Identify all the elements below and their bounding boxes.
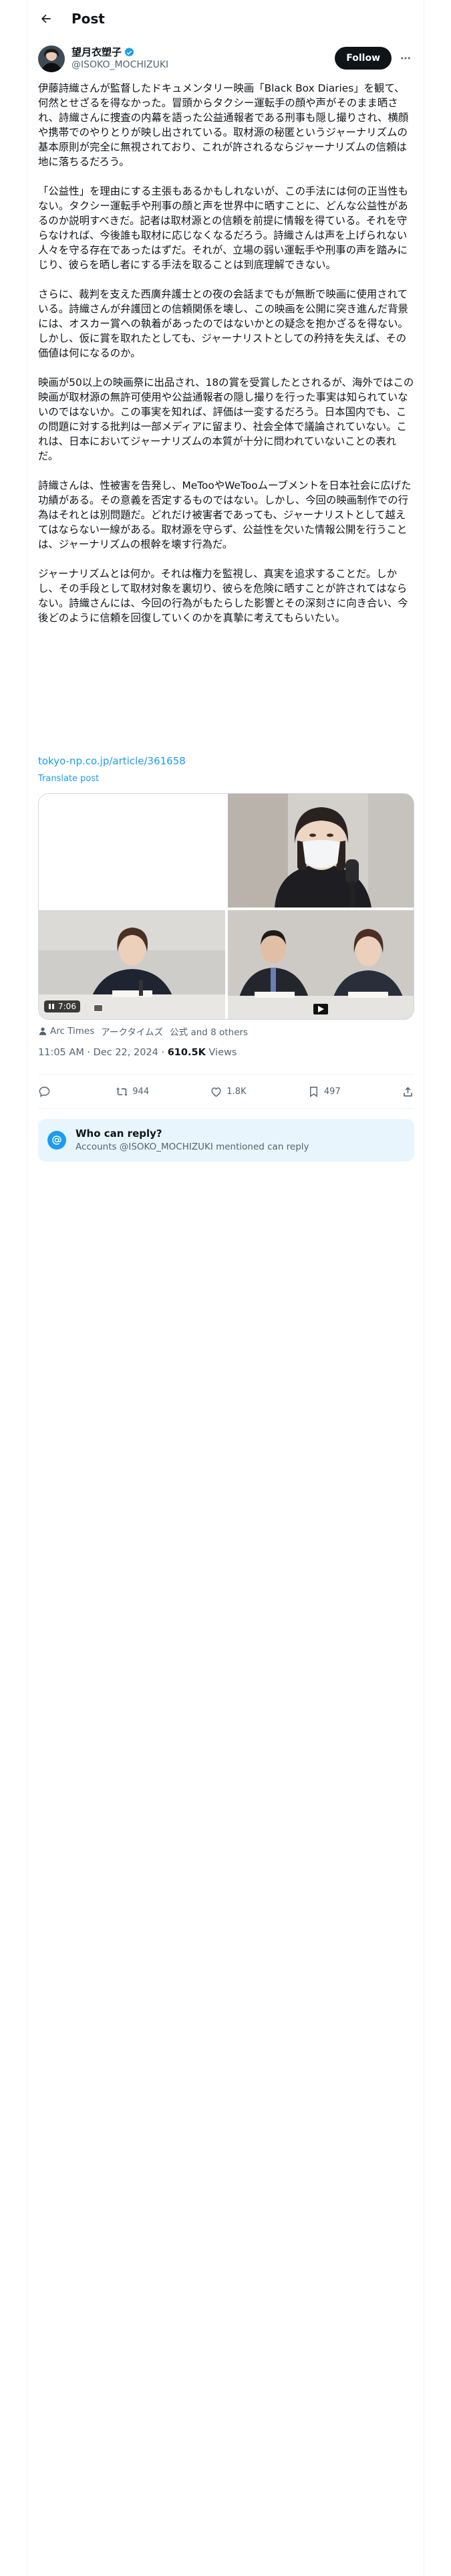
bookmark-count: 497 — [323, 1086, 341, 1097]
more-options-button[interactable] — [397, 49, 414, 67]
tweet-text: 伊藤詩織さんが監督したドキュメンタリー映画「Black Box Diaries」… — [38, 81, 414, 640]
like-button[interactable]: 1.8K — [210, 1085, 247, 1098]
tagged-user[interactable]: Arc Times — [50, 1026, 94, 1037]
share-icon — [404, 1086, 412, 1097]
views-label: Views — [205, 1047, 237, 1058]
media-grid[interactable]: 7:06 — [38, 793, 414, 1020]
verified-badge-icon — [124, 47, 135, 58]
author-handle[interactable]: @ISOKO_MOCHIZUKI — [71, 59, 168, 72]
pause-icon[interactable] — [48, 1003, 55, 1010]
repost-button[interactable]: 944 — [116, 1085, 149, 1098]
like-count: 1.8K — [227, 1086, 247, 1097]
video-duration: 7:06 — [58, 1002, 76, 1011]
avatar[interactable] — [38, 45, 65, 72]
share-button[interactable] — [402, 1085, 414, 1098]
author-row: 望月衣塑子 @ISOKO_MOCHIZUKI Follow — [38, 44, 414, 74]
tagged-user[interactable]: 公式 and 8 others — [170, 1025, 248, 1038]
post-meta: 11:05 AM · Dec 22, 2024 · 610.5K Views — [38, 1047, 237, 1058]
heart-icon — [211, 1087, 221, 1097]
tweet-paragraph: 「公益性」を理由にする主張もあるかもしれないが、この手法には何の正当性もない。タ… — [38, 185, 408, 271]
video-controls[interactable]: 7:06 — [44, 1000, 80, 1012]
bookmark-button[interactable]: 497 — [307, 1085, 341, 1098]
tagged-user[interactable]: アークタイムズ — [101, 1025, 163, 1038]
at-sign-icon — [47, 1131, 66, 1150]
bookmark-icon — [309, 1086, 317, 1097]
reply-button[interactable] — [38, 1085, 55, 1098]
repost-icon — [116, 1087, 128, 1096]
post-time[interactable]: 11:05 AM · Dec 22, 2024 · — [38, 1047, 168, 1058]
media-image-masked-woman[interactable] — [228, 794, 414, 907]
arrow-left-icon — [41, 14, 51, 23]
post-column: Post 望月衣塑子 @ISOKO_MOCHIZUKI Follow 伊藤詩織さ… — [27, 0, 424, 2576]
tweet-paragraph: ジャーナリズムとは何か。それは権力を監視し、真実を追求することだ。しかし、その手… — [38, 568, 408, 624]
article-link[interactable]: tokyo-np.co.jp/article/361658 — [38, 755, 186, 767]
author-names: 望月衣塑子 @ISOKO_MOCHIZUKI — [71, 46, 168, 72]
tagged-users[interactable]: Arc Times アークタイムズ 公式 and 8 others — [38, 1024, 255, 1039]
views-count: 610.5K — [167, 1047, 206, 1058]
person-icon — [39, 1027, 47, 1035]
divider — [38, 1074, 414, 1075]
repost-count: 944 — [132, 1086, 150, 1097]
captions-icon[interactable] — [94, 1004, 103, 1012]
reply-icon — [39, 1086, 50, 1097]
media-video-press-conference[interactable]: 7:06 — [39, 910, 225, 1019]
action-bar: 944 1.8K 497 — [38, 1075, 414, 1107]
media-image-two-speakers[interactable] — [228, 910, 414, 1019]
tweet-paragraph: さらに、裁判を支えた西廣弁護士との夜の会話までもが無断で映画に使用されている。詩… — [38, 288, 408, 359]
reply-restriction-subtitle: Accounts @ISOKO_MOCHIZUKI mentioned can … — [76, 1142, 309, 1152]
reply-restriction-notice: Who can reply? Accounts @ISOKO_MOCHIZUKI… — [38, 1119, 414, 1162]
tweet-paragraph: 詩織さんは、性被害を告発し、MeTooやWeTooムーブメントを日本社会に広げた… — [38, 479, 412, 550]
tweet-paragraph: 映画が50以上の映画祭に出品され、18の賞を受賞したとされるが、海外ではこの映画… — [38, 377, 414, 462]
follow-button[interactable]: Follow — [335, 47, 392, 70]
tweet-paragraph: 伊藤詩織さんが監督したドキュメンタリー映画「Black Box Diaries」… — [38, 82, 409, 168]
divider — [38, 1108, 414, 1109]
more-horizontal-icon — [401, 57, 410, 60]
author-name[interactable]: 望月衣塑子 — [71, 46, 122, 59]
page-title: Post — [71, 11, 105, 27]
reply-restriction-title: Who can reply? — [76, 1128, 162, 1140]
back-button[interactable] — [34, 7, 58, 31]
media-blank — [39, 794, 225, 907]
translate-post-link[interactable]: Translate post — [38, 774, 99, 784]
top-bar: Post — [27, 0, 425, 37]
